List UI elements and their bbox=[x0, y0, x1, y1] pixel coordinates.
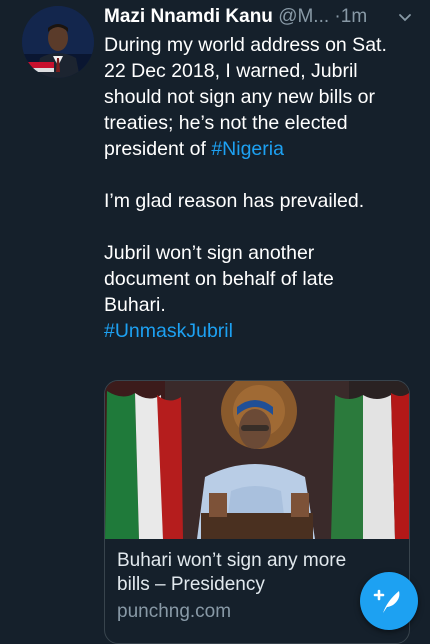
author-name[interactable]: Mazi Nnamdi Kanu bbox=[104, 6, 273, 27]
tweet-text: During my world address on Sat. 22 Dec 2… bbox=[104, 32, 414, 344]
compose-tweet-button[interactable] bbox=[360, 572, 418, 630]
card-domain: punchng.com bbox=[117, 601, 232, 622]
tweet[interactable]: Mazi Nnamdi Kanu @M... ·1m During my wor… bbox=[0, 0, 430, 644]
tweet-header: Mazi Nnamdi Kanu @M... ·1m bbox=[104, 4, 424, 30]
avatar[interactable] bbox=[22, 6, 94, 78]
tweet-paragraph-3: Jubril won’t sign another document on be… bbox=[104, 242, 334, 316]
hashtag-nigeria[interactable]: #Nigeria bbox=[211, 138, 284, 160]
hashtag-unmaskjubril[interactable]: #UnmaskJubril bbox=[104, 318, 414, 344]
tweet-paragraph-2: I’m glad reason has prevailed. bbox=[104, 190, 365, 212]
compose-tweet-icon bbox=[373, 589, 400, 613]
card-title[interactable]: Buhari won’t sign any more bills – Presi… bbox=[117, 549, 402, 597]
author-handle[interactable]: @M... bbox=[278, 6, 329, 27]
chevron-down-icon[interactable] bbox=[398, 6, 412, 32]
tweet-time[interactable]: 1m bbox=[341, 6, 367, 27]
card-image bbox=[105, 381, 409, 539]
tweet-paragraph-1: During my world address on Sat. 22 Dec 2… bbox=[104, 32, 414, 162]
